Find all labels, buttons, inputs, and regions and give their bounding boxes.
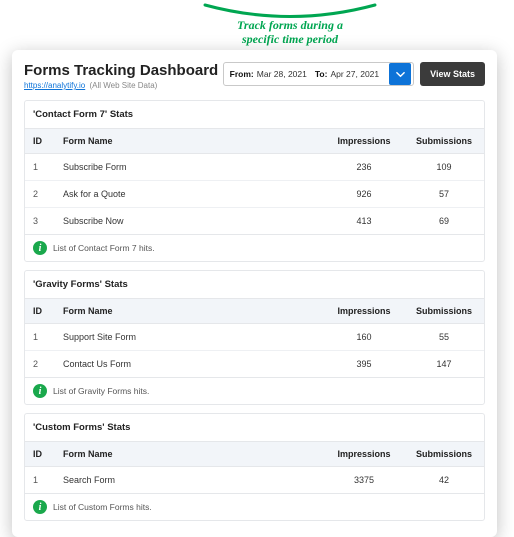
date-to-label: To:: [315, 69, 328, 79]
col-form-name: Form Name: [55, 129, 324, 154]
stats-section: 'Custom Forms' StatsIDForm NameImpressio…: [24, 413, 485, 521]
cell-impressions: 160: [324, 324, 404, 351]
site-link[interactable]: https://analytify.io: [24, 81, 85, 90]
col-impressions: Impressions: [324, 299, 404, 324]
col-impressions: Impressions: [324, 129, 404, 154]
cell-form-name: Ask for a Quote: [55, 181, 324, 208]
col-submissions: Submissions: [404, 129, 484, 154]
col-id: ID: [25, 299, 55, 324]
cell-impressions: 3375: [324, 467, 404, 494]
section-footer-text: List of Contact Form 7 hits.: [53, 243, 155, 253]
section-title: 'Custom Forms' Stats: [25, 414, 484, 441]
cell-submissions: 69: [404, 208, 484, 235]
stats-table: IDForm NameImpressionsSubmissions1Suppor…: [25, 298, 484, 378]
cell-impressions: 926: [324, 181, 404, 208]
date-from-value: Mar 28, 2021: [257, 69, 307, 79]
cell-form-name: Support Site Form: [55, 324, 324, 351]
dashboard-header: Forms Tracking Dashboard https://analyti…: [24, 62, 485, 90]
annotation-line2: specific time period: [242, 32, 338, 46]
header-right: From: Mar 28, 2021 To: Apr 27, 2021 View…: [223, 62, 485, 86]
stats-section: 'Gravity Forms' StatsIDForm NameImpressi…: [24, 270, 485, 405]
cell-submissions: 57: [404, 181, 484, 208]
chevron-down-icon: [396, 70, 405, 79]
section-footer-text: List of Gravity Forms hits.: [53, 386, 149, 396]
info-icon: i: [33, 241, 47, 255]
cell-id: 2: [25, 351, 55, 378]
section-footer: i List of Custom Forms hits.: [25, 494, 484, 520]
cell-form-name: Subscribe Now: [55, 208, 324, 235]
page-subtitle: https://analytify.io (All Web Site Data): [24, 81, 218, 90]
info-icon: i: [33, 384, 47, 398]
header-left: Forms Tracking Dashboard https://analyti…: [24, 62, 218, 90]
info-icon: i: [33, 500, 47, 514]
stats-section: 'Contact Form 7' StatsIDForm NameImpress…: [24, 100, 485, 262]
cell-submissions: 147: [404, 351, 484, 378]
col-id: ID: [25, 442, 55, 467]
table-row: 3Subscribe Now41369: [25, 208, 484, 235]
section-footer-text: List of Custom Forms hits.: [53, 502, 152, 512]
annotation-line1: Track forms during a: [237, 18, 343, 32]
col-submissions: Submissions: [404, 442, 484, 467]
cell-form-name: Search Form: [55, 467, 324, 494]
cell-submissions: 42: [404, 467, 484, 494]
col-form-name: Form Name: [55, 442, 324, 467]
view-stats-button[interactable]: View Stats: [420, 62, 485, 86]
section-footer: i List of Contact Form 7 hits.: [25, 235, 484, 261]
annotation: Track forms during a specific time perio…: [200, 0, 380, 47]
cell-submissions: 109: [404, 154, 484, 181]
stats-table: IDForm NameImpressionsSubmissions1Search…: [25, 441, 484, 494]
table-row: 2Ask for a Quote92657: [25, 181, 484, 208]
section-title: 'Contact Form 7' Stats: [25, 101, 484, 128]
page-title: Forms Tracking Dashboard: [24, 62, 218, 79]
cell-submissions: 55: [404, 324, 484, 351]
col-submissions: Submissions: [404, 299, 484, 324]
date-range-picker[interactable]: From: Mar 28, 2021 To: Apr 27, 2021: [223, 62, 414, 86]
table-row: 1Subscribe Form236109: [25, 154, 484, 181]
table-row: 1Search Form337542: [25, 467, 484, 494]
annotation-curve-icon: [200, 0, 380, 20]
table-row: 2Contact Us Form395147: [25, 351, 484, 378]
cell-form-name: Contact Us Form: [55, 351, 324, 378]
cell-impressions: 236: [324, 154, 404, 181]
cell-form-name: Subscribe Form: [55, 154, 324, 181]
cell-impressions: 413: [324, 208, 404, 235]
col-impressions: Impressions: [324, 442, 404, 467]
cell-id: 1: [25, 467, 55, 494]
date-dropdown-button[interactable]: [389, 63, 411, 85]
cell-impressions: 395: [324, 351, 404, 378]
section-footer: i List of Gravity Forms hits.: [25, 378, 484, 404]
site-link-extra: (All Web Site Data): [89, 81, 157, 90]
section-title: 'Gravity Forms' Stats: [25, 271, 484, 298]
stats-table: IDForm NameImpressionsSubmissions1Subscr…: [25, 128, 484, 235]
annotation-text: Track forms during a specific time perio…: [200, 18, 380, 47]
cell-id: 3: [25, 208, 55, 235]
cell-id: 1: [25, 154, 55, 181]
date-to-value: Apr 27, 2021: [330, 69, 379, 79]
cell-id: 1: [25, 324, 55, 351]
table-row: 1Support Site Form16055: [25, 324, 484, 351]
cell-id: 2: [25, 181, 55, 208]
dashboard-card: Forms Tracking Dashboard https://analyti…: [12, 50, 497, 537]
col-id: ID: [25, 129, 55, 154]
date-from-label: From:: [230, 69, 254, 79]
col-form-name: Form Name: [55, 299, 324, 324]
